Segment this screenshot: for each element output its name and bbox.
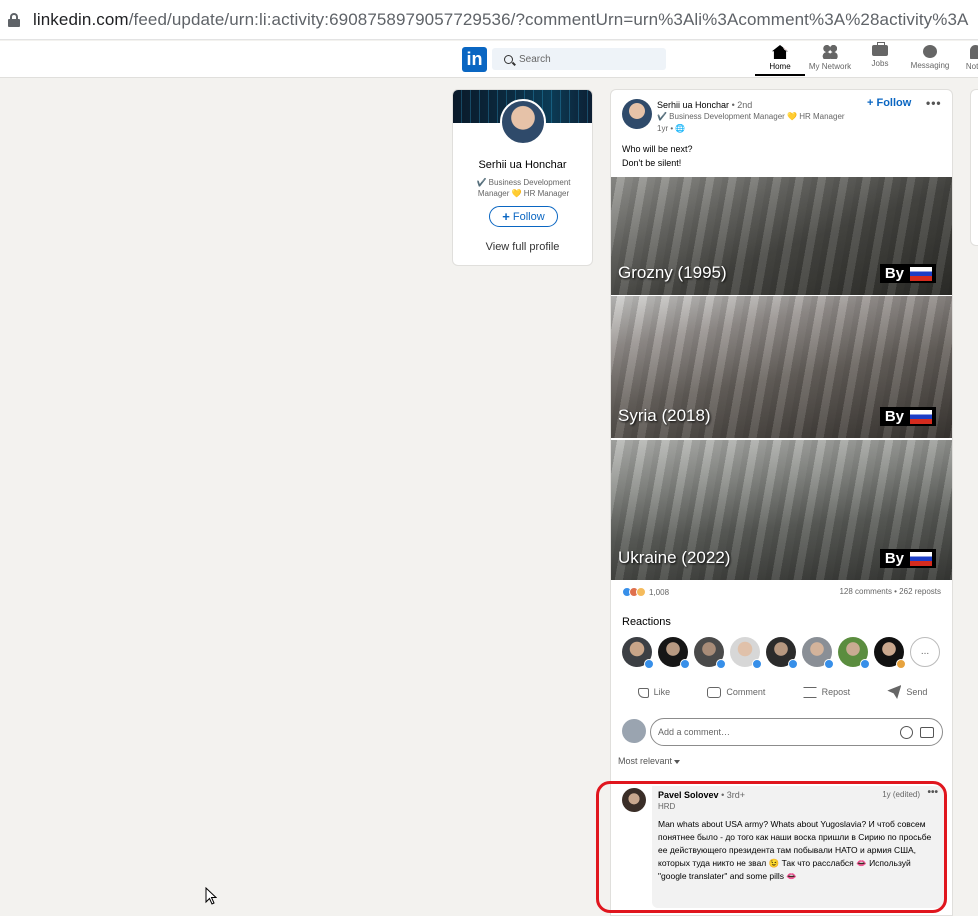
comment-input[interactable]: Add a comment… [650,718,943,746]
russia-flag-icon [910,266,932,281]
profile-title: ✔️ Business Development Manager 💛 HR Man… [476,178,571,198]
profile-card: Serhii ua Honchar ✔️ Business Developmen… [452,89,593,266]
reactor-avatar[interactable] [802,637,834,669]
linkedin-logo-icon[interactable]: in [462,47,487,72]
view-full-profile-link[interactable]: View full profile [453,241,592,253]
reactions-heading: Reactions [622,616,671,628]
comment-composer: Add a comment… [622,718,944,746]
search-input[interactable]: Search [492,48,666,70]
avatar [622,719,646,743]
like-button[interactable]: Like [637,685,670,699]
send-icon [887,685,902,699]
commenter-name[interactable]: Pavel Solovev • 3rd+ [658,790,745,800]
post-card: Serhii ua Honchar • 2nd ✔️ Business Deve… [610,89,953,916]
reactor-avatar[interactable] [658,637,690,669]
post-timestamp: 1yr • 🌐 [657,124,686,133]
top-nav: in Search Home My Network Jobs Messaging… [0,41,978,78]
reactor-avatar[interactable] [766,637,798,669]
reactor-avatar[interactable] [730,637,762,669]
reactors-list: ... [622,637,946,669]
post-follow-button[interactable]: + Follow [867,97,911,109]
url-text[interactable]: linkedin.com/feed/update/urn:li:activity… [33,10,969,30]
more-options-icon[interactable]: ••• [926,96,942,110]
caret-down-icon [674,759,681,764]
lock-icon [8,12,20,27]
post-author[interactable]: Serhii ua Honchar • 2nd [657,100,752,110]
like-icon [637,688,649,698]
russia-flag-icon [910,551,932,566]
profile-name[interactable]: Serhii ua Honchar [453,159,592,171]
emoji-icon[interactable] [900,726,913,739]
nav-notifications[interactable]: Notifi [950,45,978,71]
avatar[interactable] [622,788,646,812]
reactor-avatar[interactable] [838,637,870,669]
comment-button[interactable]: Comment [707,685,765,699]
post-author-title: ✔️ Business Development Manager 💛 HR Man… [657,112,845,121]
russia-flag-icon [910,409,932,424]
repost-icon [802,686,817,698]
globe-icon: 🌐 [675,124,686,133]
search-icon [504,54,513,64]
nav-messaging[interactable]: Messaging [905,45,955,70]
notifications-icon [969,45,978,59]
nav-my-network[interactable]: My Network [805,45,855,71]
comment-icon [707,686,722,698]
avatar[interactable] [622,99,652,129]
more-reactors-button[interactable]: ... [910,637,940,667]
plus-icon: + [502,209,510,224]
post-actions: Like Comment Repost Send [611,685,952,699]
post-text: Who will be next? Don't be silent! [622,144,693,168]
photo-icon[interactable] [920,727,934,738]
reactor-avatar[interactable] [694,637,726,669]
jobs-icon [872,42,888,56]
reaction-count[interactable]: 1,008 [622,587,669,597]
browser-url-bar[interactable]: linkedin.com/feed/update/urn:li:activity… [0,0,978,40]
comment-time: 1y (edited) [882,790,920,799]
comment-text: Man whats about USA army? Whats about Yu… [658,819,932,881]
repost-button[interactable]: Repost [802,685,850,699]
right-panel-partial [970,89,978,246]
comments-reposts-count[interactable]: 128 comments • 262 reposts [839,587,941,596]
network-icon [822,45,838,59]
commenter-headline: HRD [658,802,676,811]
by-russia-badge: By [879,264,936,283]
by-russia-badge: By [879,549,936,568]
avatar[interactable] [500,99,546,145]
post-image-grozny[interactable]: Grozny (1995) By [611,177,952,295]
reactor-avatar[interactable] [622,637,654,669]
post-image-ukraine[interactable]: Ukraine (2022) By [611,440,952,580]
follow-button[interactable]: + Follow [489,206,558,227]
post-image-syria[interactable]: Syria (2018) By [611,296,952,438]
home-icon [772,45,788,59]
messaging-icon [923,45,937,58]
nav-home[interactable]: Home [755,45,805,76]
send-button[interactable]: Send [887,685,927,699]
sort-dropdown[interactable]: Most relevant [618,756,681,766]
nav-jobs[interactable]: Jobs [855,42,905,68]
reactor-avatar[interactable] [874,637,906,669]
mouse-cursor-icon [205,887,217,905]
more-options-icon[interactable]: ••• [927,787,938,798]
comment-bubble: Pavel Solovev • 3rd+ HRD 1y (edited) •••… [652,786,944,908]
by-russia-badge: By [879,407,936,426]
support-reaction-icon [636,587,646,597]
